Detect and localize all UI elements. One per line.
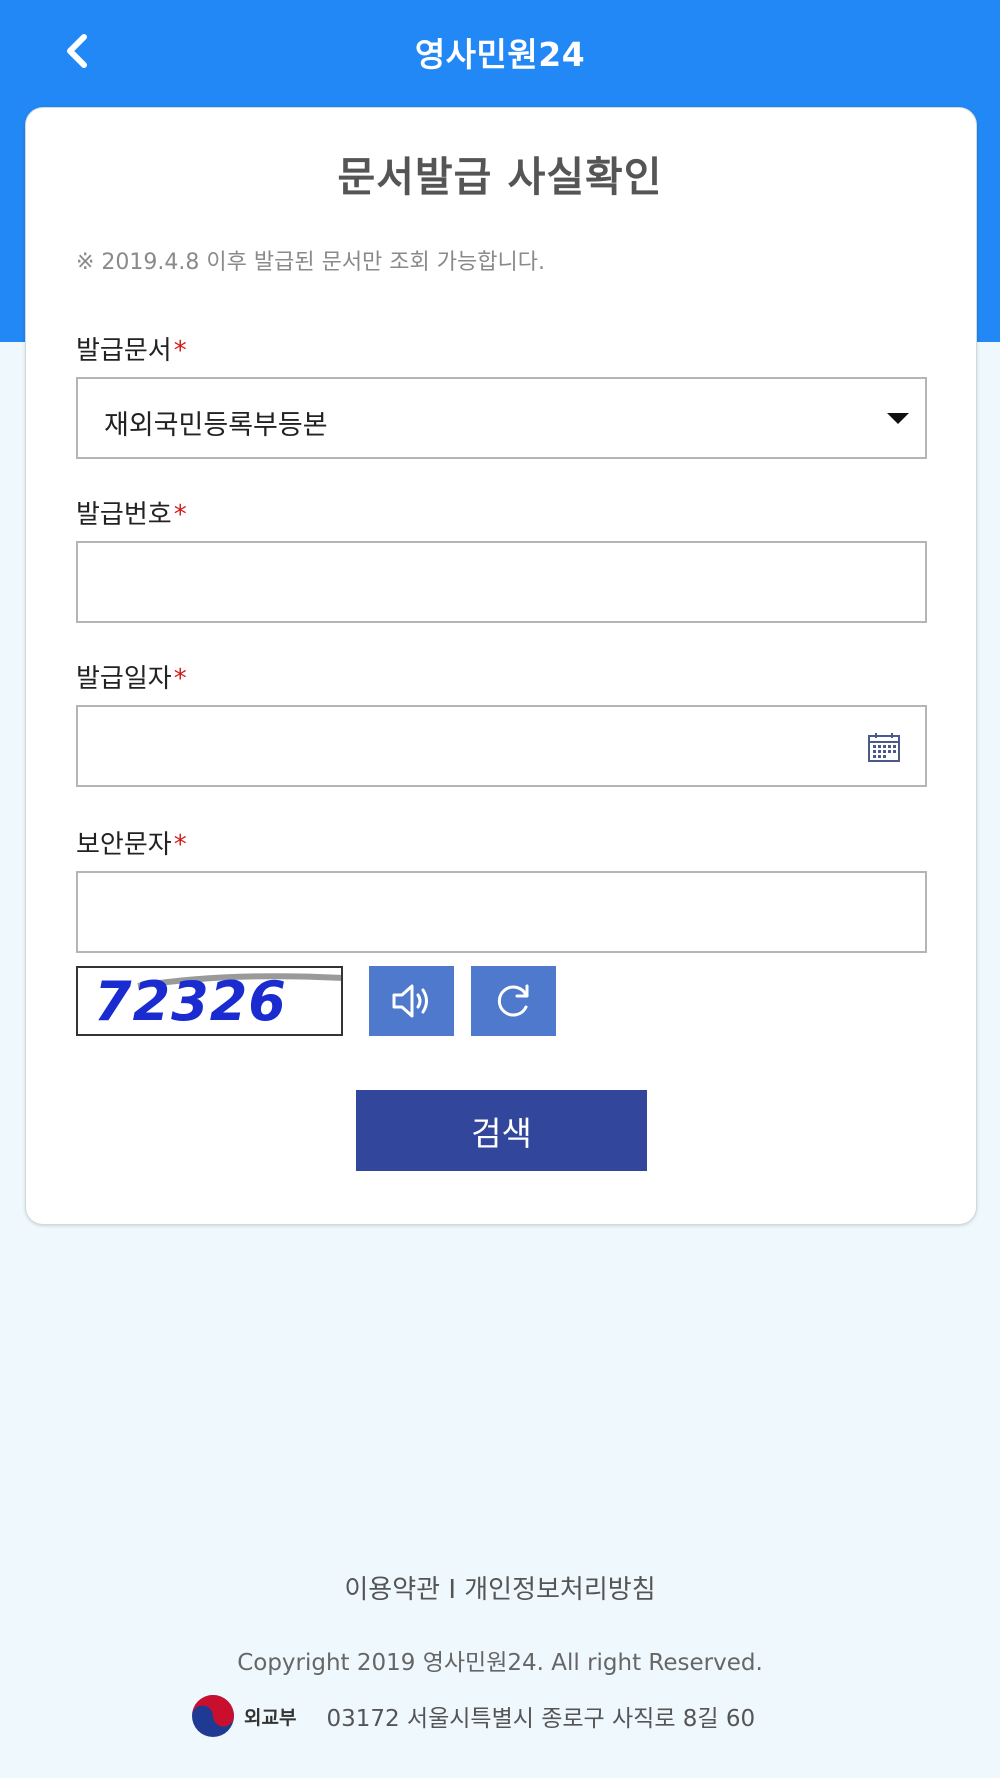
- chevron-left-icon: [67, 34, 87, 68]
- calendar-icon[interactable]: [867, 731, 901, 763]
- copyright-text: Copyright 2019 영사민원24. All right Reserve…: [237, 1650, 763, 1676]
- ministry-logo: 외교부: [190, 1693, 296, 1739]
- privacy-policy-link[interactable]: 개인정보처리방침: [464, 1575, 655, 1605]
- issue-date-input[interactable]: [78, 707, 925, 785]
- doc-type-selected-value: 재외국민등록부등본: [104, 410, 328, 441]
- dropdown-caret-icon: [887, 413, 909, 424]
- back-button[interactable]: [52, 26, 102, 76]
- doc-number-label-text: 발급번호: [76, 500, 172, 530]
- captcha-image: 72326: [76, 966, 343, 1036]
- search-button[interactable]: 검색: [356, 1090, 647, 1171]
- footer-links: 이용약관 I 개인정보처리방침: [0, 1569, 1000, 1606]
- doc-type-label: 발급문서*: [76, 330, 187, 367]
- app-header: 영사민원24: [0, 0, 1000, 104]
- required-mark: *: [173, 664, 187, 694]
- captcha-label-text: 보안문자: [76, 830, 172, 860]
- doc-type-label-text: 발급문서: [76, 336, 172, 366]
- footer-address-row: 외교부 03172 서울시특별시 종로구 사직로 8길 60: [190, 1694, 755, 1738]
- speaker-icon: [392, 984, 428, 1018]
- required-mark: *: [173, 830, 187, 860]
- captcha-text: 72326: [94, 970, 287, 1033]
- issue-date-field: [76, 705, 927, 787]
- captcha-label: 보안문자*: [76, 824, 187, 861]
- captcha-input[interactable]: [78, 873, 925, 951]
- page-title: 문서발급 사실확인: [337, 153, 663, 201]
- doc-number-field: [76, 541, 927, 623]
- doc-number-input[interactable]: [78, 543, 925, 621]
- doc-number-label: 발급번호*: [76, 494, 187, 531]
- issue-date-label: 발급일자*: [76, 658, 187, 695]
- issue-date-label-text: 발급일자: [76, 664, 172, 694]
- required-mark: *: [173, 336, 187, 366]
- taegeuk-emblem-icon: [192, 1695, 234, 1737]
- captcha-audio-button[interactable]: [369, 966, 454, 1036]
- address-text: 03172 서울시특별시 종로구 사직로 8길 60: [326, 1706, 756, 1732]
- app-title: 영사민원24: [414, 35, 586, 74]
- ministry-name: 외교부: [244, 1706, 297, 1729]
- required-mark: *: [173, 500, 187, 530]
- notice-text: ※ 2019.4.8 이후 발급된 문서만 조회 가능합니다.: [76, 250, 545, 275]
- terms-link[interactable]: 이용약관: [344, 1575, 440, 1605]
- captcha-refresh-button[interactable]: [471, 966, 556, 1036]
- captcha-field: [76, 871, 927, 953]
- doc-type-select[interactable]: 재외국민등록부등본: [76, 377, 927, 459]
- refresh-icon: [497, 984, 528, 1017]
- footer-separator: I: [448, 1575, 456, 1605]
